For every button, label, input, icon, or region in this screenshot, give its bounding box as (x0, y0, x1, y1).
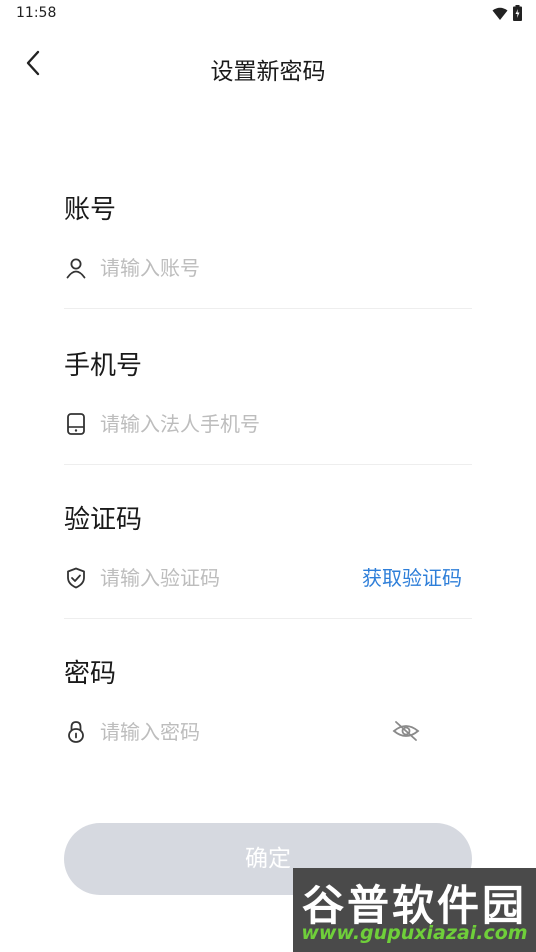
page-title: 设置新密码 (210, 59, 326, 85)
account-input-row (64, 253, 472, 283)
wifi-icon (492, 6, 508, 25)
code-label: 验证码 (64, 505, 143, 535)
status-icons (492, 5, 522, 25)
code-field-group: 验证码 获取验证码 (64, 503, 472, 619)
battery-icon (513, 5, 522, 25)
reset-password-screen: 11:58 设置新密码 账号 手机号 (0, 0, 536, 952)
phone-input[interactable] (100, 409, 472, 439)
shield-check-icon (64, 566, 88, 590)
password-label: 密码 (64, 659, 117, 689)
watermark-url: www.gupuxiazai.com (301, 922, 528, 944)
watermark-logo: 谷普软件园 www.gupuxiazai.com (293, 868, 536, 952)
get-code-button[interactable]: 获取验证码 (362, 563, 462, 593)
phone-input-row (64, 409, 472, 439)
lock-icon (64, 720, 88, 744)
phone-label: 手机号 (64, 351, 143, 381)
account-label: 账号 (64, 195, 117, 225)
eye-off-icon (392, 720, 420, 746)
account-divider (64, 308, 472, 309)
account-field-group: 账号 (64, 193, 472, 309)
code-input-row: 获取验证码 (64, 563, 472, 593)
status-bar: 11:58 (0, 0, 536, 28)
password-visibility-toggle[interactable] (392, 719, 420, 747)
user-icon (64, 256, 88, 280)
code-divider (64, 618, 472, 619)
account-input[interactable] (100, 253, 472, 283)
password-input-row (64, 717, 472, 747)
status-time: 11:58 (16, 5, 57, 21)
phone-icon (64, 412, 88, 436)
phone-field-group: 手机号 (64, 349, 472, 465)
password-field-group: 密码 (64, 657, 472, 747)
phone-divider (64, 464, 472, 465)
header: 设置新密码 (0, 40, 536, 92)
